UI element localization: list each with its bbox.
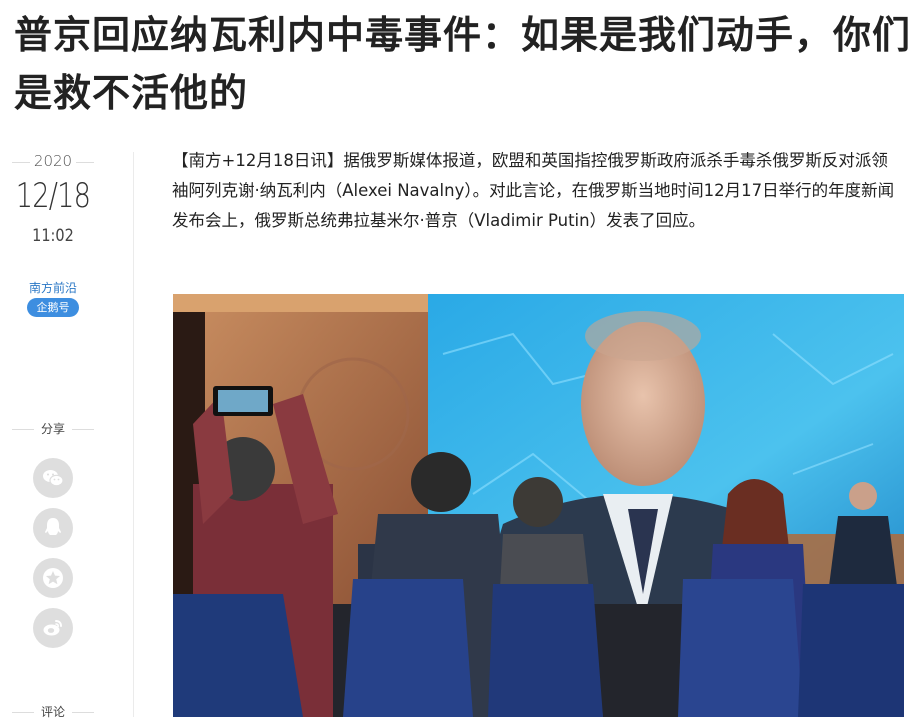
wechat-icon xyxy=(43,470,64,487)
share-qzone-button[interactable] xyxy=(33,558,73,598)
divider-line xyxy=(76,162,94,163)
article-lead-paragraph: 【南方+12月18日讯】据俄罗斯媒体报道，欧盟和英国指控俄罗斯政府派杀手毒杀俄罗… xyxy=(172,151,895,230)
publish-time: 11:02 xyxy=(32,226,74,246)
share-weibo-button[interactable] xyxy=(33,608,73,648)
share-header: 分享 xyxy=(12,420,94,440)
source-link[interactable]: 南方前沿 xyxy=(0,279,106,296)
weibo-icon xyxy=(43,620,62,636)
vertical-divider xyxy=(133,152,134,717)
share-wechat-button[interactable] xyxy=(33,458,73,498)
comment-header: 评论 xyxy=(12,703,94,723)
divider-line xyxy=(72,712,94,713)
year-row: 2020 xyxy=(12,152,94,172)
platform-badge[interactable]: 企鹅号 xyxy=(27,298,79,317)
article-photo xyxy=(173,294,904,717)
qq-icon xyxy=(45,518,61,535)
share-qq-button[interactable] xyxy=(33,508,73,548)
qzone-star-icon xyxy=(43,568,63,588)
divider-line xyxy=(72,429,94,430)
publish-date: 12/18 xyxy=(15,176,91,216)
article-title: 普京回应纳瓦利内中毒事件：如果是我们动手，你们是救不活他的 xyxy=(14,13,912,115)
publish-year: 2020 xyxy=(33,152,73,170)
